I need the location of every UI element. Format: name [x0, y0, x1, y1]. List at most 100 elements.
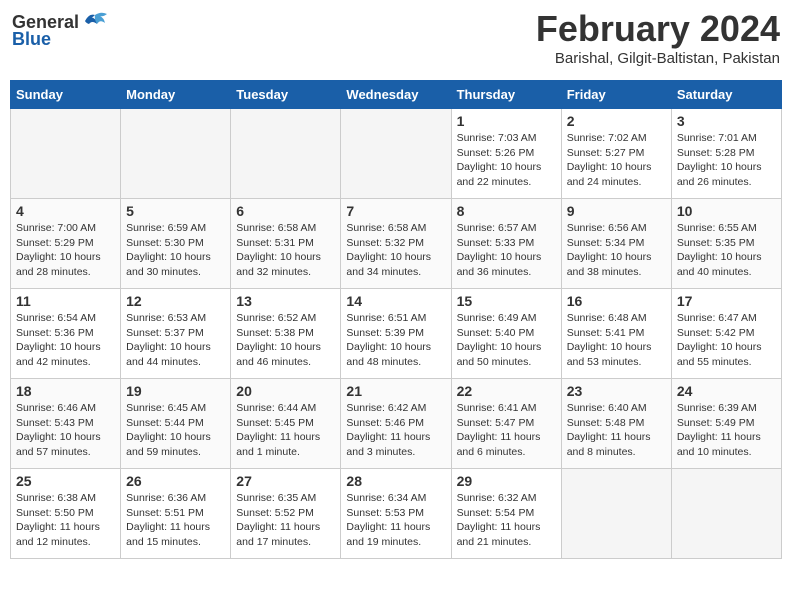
day-number: 1	[457, 113, 556, 129]
calendar-cell: 5 Sunrise: 6:59 AM Sunset: 5:30 PM Daylig…	[121, 199, 231, 289]
calendar-cell: 29Sunrise: 6:32 AM Sunset: 5:54 PM Dayli…	[451, 469, 561, 559]
month-year-title: February 2024	[536, 8, 780, 50]
calendar-cell: 12 Sunrise: 6:53 AM Sunset: 5:37 PM Dayli…	[121, 289, 231, 379]
column-header-saturday: Saturday	[671, 81, 781, 109]
calendar-cell: 28 Sunrise: 6:34 AM Sunset: 5:53 PM Dayli…	[341, 469, 451, 559]
day-info: Sunrise: 6:38 AM Sunset: 5:50 PM Dayligh…	[16, 491, 115, 550]
calendar-cell: 21 Sunrise: 6:42 AM Sunset: 5:46 PM Dayli…	[341, 379, 451, 469]
day-number: 12	[126, 293, 225, 309]
day-info: Sunrise: 6:57 AM Sunset: 5:33 PM Dayligh…	[457, 221, 556, 280]
day-number: 28	[346, 473, 445, 489]
day-number: 24	[677, 383, 776, 399]
calendar-cell	[11, 109, 121, 199]
day-number: 2	[567, 113, 666, 129]
calendar-cell: 7 Sunrise: 6:58 AM Sunset: 5:32 PM Daylig…	[341, 199, 451, 289]
day-number: 4	[16, 203, 115, 219]
day-number: 20	[236, 383, 335, 399]
calendar-week-row: 11 Sunrise: 6:54 AM Sunset: 5:36 PM Dayli…	[11, 289, 782, 379]
day-info: Sunrise: 6:56 AM Sunset: 5:34 PM Dayligh…	[567, 221, 666, 280]
calendar-cell: 26Sunrise: 6:36 AM Sunset: 5:51 PM Dayli…	[121, 469, 231, 559]
day-number: 11	[16, 293, 115, 309]
column-header-friday: Friday	[561, 81, 671, 109]
day-info: Sunrise: 6:42 AM Sunset: 5:46 PM Dayligh…	[346, 401, 445, 460]
calendar-cell: 6Sunrise: 6:58 AM Sunset: 5:31 PM Daylig…	[231, 199, 341, 289]
calendar-cell: 8 Sunrise: 6:57 AM Sunset: 5:33 PM Daylig…	[451, 199, 561, 289]
calendar-cell: 19 Sunrise: 6:45 AM Sunset: 5:44 PM Dayli…	[121, 379, 231, 469]
calendar-cell	[561, 469, 671, 559]
calendar-table: SundayMondayTuesdayWednesdayThursdayFrid…	[10, 80, 782, 559]
day-info: Sunrise: 6:45 AM Sunset: 5:44 PM Dayligh…	[126, 401, 225, 460]
calendar-cell: 17 Sunrise: 6:47 AM Sunset: 5:42 PM Dayli…	[671, 289, 781, 379]
day-info: Sunrise: 7:02 AM Sunset: 5:27 PM Dayligh…	[567, 131, 666, 190]
column-header-sunday: Sunday	[11, 81, 121, 109]
column-header-wednesday: Wednesday	[341, 81, 451, 109]
calendar-cell: 3Sunrise: 7:01 AM Sunset: 5:28 PM Daylig…	[671, 109, 781, 199]
day-info: Sunrise: 6:36 AM Sunset: 5:51 PM Dayligh…	[126, 491, 225, 550]
logo-text-blue: Blue	[12, 29, 107, 50]
calendar-cell: 23 Sunrise: 6:40 AM Sunset: 5:48 PM Dayli…	[561, 379, 671, 469]
calendar-cell: 25 Sunrise: 6:38 AM Sunset: 5:50 PM Dayli…	[11, 469, 121, 559]
day-info: Sunrise: 7:03 AM Sunset: 5:26 PM Dayligh…	[457, 131, 556, 190]
calendar-week-row: 4 Sunrise: 7:00 AM Sunset: 5:29 PM Daylig…	[11, 199, 782, 289]
day-info: Sunrise: 6:47 AM Sunset: 5:42 PM Dayligh…	[677, 311, 776, 370]
day-info: Sunrise: 7:00 AM Sunset: 5:29 PM Dayligh…	[16, 221, 115, 280]
calendar-week-row: 18 Sunrise: 6:46 AM Sunset: 5:43 PM Dayli…	[11, 379, 782, 469]
calendar-cell: 10Sunrise: 6:55 AM Sunset: 5:35 PM Dayli…	[671, 199, 781, 289]
calendar-week-row: 25 Sunrise: 6:38 AM Sunset: 5:50 PM Dayli…	[11, 469, 782, 559]
day-number: 22	[457, 383, 556, 399]
day-number: 27	[236, 473, 335, 489]
day-info: Sunrise: 6:52 AM Sunset: 5:38 PM Dayligh…	[236, 311, 335, 370]
calendar-cell	[121, 109, 231, 199]
day-number: 19	[126, 383, 225, 399]
day-info: Sunrise: 6:39 AM Sunset: 5:49 PM Dayligh…	[677, 401, 776, 460]
day-info: Sunrise: 6:55 AM Sunset: 5:35 PM Dayligh…	[677, 221, 776, 280]
day-number: 25	[16, 473, 115, 489]
day-info: Sunrise: 6:59 AM Sunset: 5:30 PM Dayligh…	[126, 221, 225, 280]
calendar-header-row: SundayMondayTuesdayWednesdayThursdayFrid…	[11, 81, 782, 109]
calendar-cell: 16 Sunrise: 6:48 AM Sunset: 5:41 PM Dayli…	[561, 289, 671, 379]
calendar-cell: 14Sunrise: 6:51 AM Sunset: 5:39 PM Dayli…	[341, 289, 451, 379]
calendar-cell: 27 Sunrise: 6:35 AM Sunset: 5:52 PM Dayli…	[231, 469, 341, 559]
day-info: Sunrise: 6:35 AM Sunset: 5:52 PM Dayligh…	[236, 491, 335, 550]
day-info: Sunrise: 6:49 AM Sunset: 5:40 PM Dayligh…	[457, 311, 556, 370]
day-number: 18	[16, 383, 115, 399]
calendar-cell: 20 Sunrise: 6:44 AM Sunset: 5:45 PM Dayli…	[231, 379, 341, 469]
day-number: 14	[346, 293, 445, 309]
calendar-cell: 22 Sunrise: 6:41 AM Sunset: 5:47 PM Dayli…	[451, 379, 561, 469]
day-number: 8	[457, 203, 556, 219]
day-number: 21	[346, 383, 445, 399]
calendar-cell: 18 Sunrise: 6:46 AM Sunset: 5:43 PM Dayli…	[11, 379, 121, 469]
calendar-cell	[341, 109, 451, 199]
day-info: Sunrise: 6:48 AM Sunset: 5:41 PM Dayligh…	[567, 311, 666, 370]
calendar-cell: 4 Sunrise: 7:00 AM Sunset: 5:29 PM Daylig…	[11, 199, 121, 289]
day-info: Sunrise: 6:54 AM Sunset: 5:36 PM Dayligh…	[16, 311, 115, 370]
calendar-cell: 15 Sunrise: 6:49 AM Sunset: 5:40 PM Dayli…	[451, 289, 561, 379]
day-number: 15	[457, 293, 556, 309]
day-number: 29	[457, 473, 556, 489]
calendar-cell: 24 Sunrise: 6:39 AM Sunset: 5:49 PM Dayli…	[671, 379, 781, 469]
title-block: February 2024 Barishal, Gilgit-Baltistan…	[536, 8, 780, 67]
day-info: Sunrise: 6:41 AM Sunset: 5:47 PM Dayligh…	[457, 401, 556, 460]
day-info: Sunrise: 7:01 AM Sunset: 5:28 PM Dayligh…	[677, 131, 776, 190]
calendar-cell: 11 Sunrise: 6:54 AM Sunset: 5:36 PM Dayli…	[11, 289, 121, 379]
day-info: Sunrise: 6:34 AM Sunset: 5:53 PM Dayligh…	[346, 491, 445, 550]
day-number: 9	[567, 203, 666, 219]
day-info: Sunrise: 6:53 AM Sunset: 5:37 PM Dayligh…	[126, 311, 225, 370]
day-number: 5	[126, 203, 225, 219]
calendar-cell: 1 Sunrise: 7:03 AM Sunset: 5:26 PM Daylig…	[451, 109, 561, 199]
day-number: 13	[236, 293, 335, 309]
day-number: 23	[567, 383, 666, 399]
day-number: 7	[346, 203, 445, 219]
logo-block: General Blue	[12, 12, 107, 50]
calendar-week-row: 1 Sunrise: 7:03 AM Sunset: 5:26 PM Daylig…	[11, 109, 782, 199]
day-info: Sunrise: 6:40 AM Sunset: 5:48 PM Dayligh…	[567, 401, 666, 460]
column-header-thursday: Thursday	[451, 81, 561, 109]
day-info: Sunrise: 6:58 AM Sunset: 5:32 PM Dayligh…	[346, 221, 445, 280]
day-number: 17	[677, 293, 776, 309]
calendar-cell	[231, 109, 341, 199]
day-number: 16	[567, 293, 666, 309]
day-info: Sunrise: 6:46 AM Sunset: 5:43 PM Dayligh…	[16, 401, 115, 460]
day-info: Sunrise: 6:44 AM Sunset: 5:45 PM Dayligh…	[236, 401, 335, 460]
calendar-cell: 2 Sunrise: 7:02 AM Sunset: 5:27 PM Daylig…	[561, 109, 671, 199]
column-header-tuesday: Tuesday	[231, 81, 341, 109]
